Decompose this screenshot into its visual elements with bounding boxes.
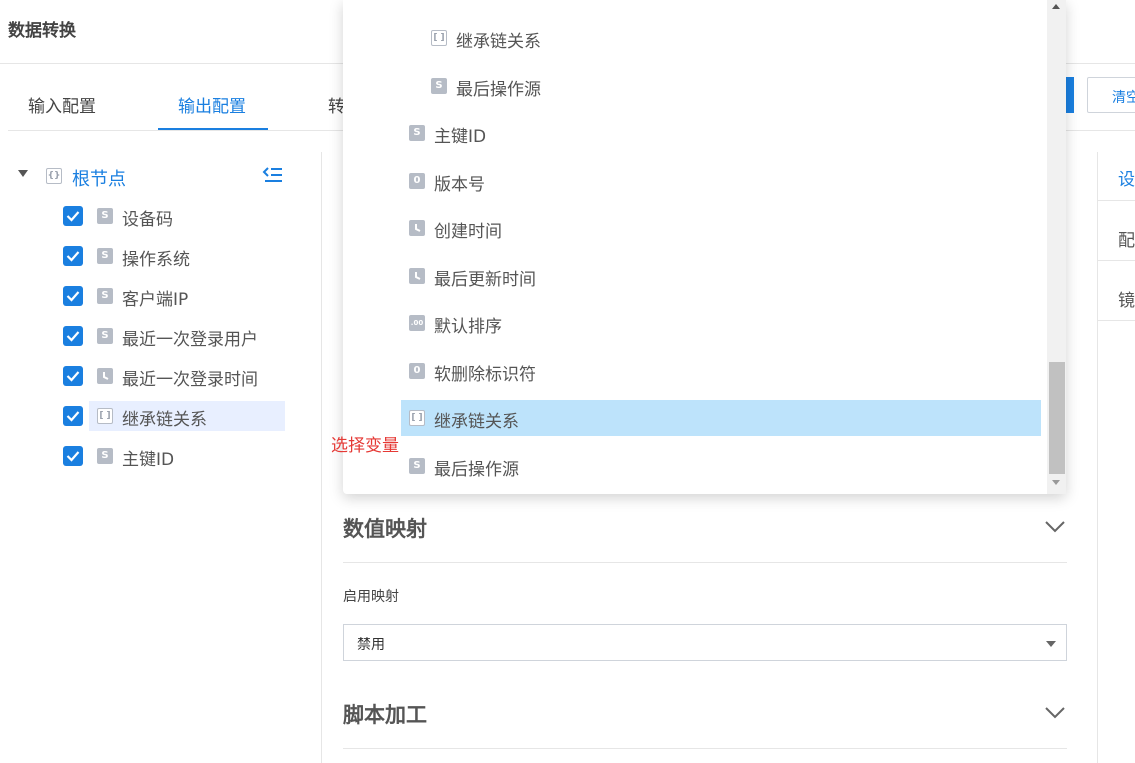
clear-button[interactable]: 清空 (1087, 77, 1135, 113)
string-type-icon: S (97, 288, 113, 304)
integer-type-icon: 0 (409, 363, 425, 379)
chevron-down-icon[interactable] (1044, 705, 1066, 719)
datetime-type-icon (97, 368, 113, 384)
right-panel-line-2 (1097, 260, 1135, 261)
tree-item-label: 继承链关系 (122, 410, 207, 430)
right-panel-row-config[interactable]: 配 (1118, 226, 1135, 251)
enable-mapping-select[interactable]: 禁用 (343, 624, 1067, 661)
dropdown-option[interactable]: 0 版本号 (401, 163, 1041, 199)
object-icon: {} (46, 168, 62, 184)
string-type-icon: S (431, 78, 447, 94)
decimal-type-icon: .00 (409, 315, 425, 331)
tab-output-config[interactable]: 输出配置 (178, 92, 246, 117)
enable-mapping-value: 禁用 (357, 637, 385, 653)
collapse-caret-icon[interactable] (18, 170, 28, 177)
dropdown-option-label: 最后操作源 (456, 80, 541, 100)
primary-button-edge[interactable] (1066, 77, 1074, 113)
dropdown-option[interactable]: [ ] 继承链关系 (401, 20, 1041, 56)
dropdown-option-label: 主键ID (434, 127, 487, 147)
tree-item-label: 操作系统 (122, 250, 190, 270)
scroll-down-icon[interactable] (1052, 480, 1060, 485)
dropdown-option-label: 默认排序 (434, 317, 502, 337)
variable-dropdown[interactable]: [ ] 继承链关系 S 最后操作源 S 主键ID 0 版本号创建时间最后更新时间 .00 默认排序… (343, 0, 1066, 494)
string-type-icon: S (409, 125, 425, 141)
scroll-up-icon[interactable] (1052, 4, 1060, 9)
right-panel-line-3 (1097, 320, 1135, 321)
right-panel-row-mirror[interactable]: 镜 (1118, 286, 1135, 311)
tree-item[interactable]: S 操作系统 (89, 241, 285, 271)
dropdown-option[interactable]: 创建时间 (401, 210, 1041, 246)
tree-item[interactable]: [ ] 继承链关系 (89, 401, 285, 431)
dropdown-option[interactable]: 最后更新时间 (401, 258, 1041, 294)
page-title: 数据转换 (8, 21, 76, 41)
dropdown-option[interactable]: .00 默认排序 (401, 305, 1041, 341)
scrollbar-thumb[interactable] (1049, 362, 1065, 474)
tree-root-label[interactable]: 根节点 (72, 165, 126, 191)
tree-item-label: 客户端IP (122, 290, 189, 310)
tree-item-checkbox[interactable] (63, 286, 83, 306)
dropdown-option-label: 最后更新时间 (434, 270, 536, 290)
tab-input-config[interactable]: 输入配置 (28, 92, 96, 117)
tree-item-checkbox[interactable] (63, 366, 83, 386)
enable-mapping-label: 启用映射 (343, 589, 399, 605)
array-type-icon: [ ] (409, 410, 425, 426)
clear-button-label: 清空 (1112, 90, 1135, 106)
tree-item-label: 最近一次登录用户 (122, 330, 258, 350)
array-type-icon: [ ] (97, 408, 113, 424)
right-panel-line-1 (1097, 200, 1135, 201)
dropdown-option-label: 版本号 (434, 175, 485, 195)
dropdown-option-label: 软删除标识符 (434, 365, 536, 385)
array-type-icon: [ ] (431, 30, 447, 46)
dropdown-option-label: 继承链关系 (456, 32, 541, 52)
tree-item-label: 最近一次登录时间 (122, 370, 258, 390)
dropdown-option[interactable]: S 最后操作源 (401, 68, 1041, 104)
tree-item-checkbox[interactable] (63, 406, 83, 426)
tree-item[interactable]: S 设备码 (89, 201, 285, 231)
tree-item-label: 设备码 (122, 210, 173, 230)
annotation-select-variable: 选择变量 (331, 436, 399, 456)
string-type-icon: S (97, 328, 113, 344)
tree-panel-border (321, 152, 322, 763)
string-type-icon: S (409, 458, 425, 474)
right-panel-tab[interactable]: 设 (1118, 165, 1135, 190)
tree-item[interactable]: S 客户端IP (89, 281, 285, 311)
section-title-value-mapping[interactable]: 数值映射 (343, 513, 427, 543)
right-tabs-divider (1066, 130, 1135, 131)
tree-item-checkbox[interactable] (63, 246, 83, 266)
dropdown-option-label: 最后操作源 (434, 460, 519, 480)
section-title-script-processing[interactable]: 脚本加工 (343, 699, 427, 729)
string-type-icon: S (97, 448, 113, 464)
datetime-type-icon (409, 268, 425, 284)
dropdown-option[interactable]: 0 软删除标识符 (401, 353, 1041, 389)
section-divider (343, 562, 1067, 563)
integer-type-icon: 0 (409, 173, 425, 189)
tree-item[interactable]: S 主键ID (89, 441, 285, 471)
tree-item-checkbox[interactable] (63, 446, 83, 466)
select-caret-icon (1046, 641, 1056, 647)
dropdown-option[interactable]: S 主键ID (401, 115, 1041, 151)
tree-item-label: 主键ID (122, 450, 175, 470)
right-panel-border (1097, 152, 1098, 763)
collapse-all-icon[interactable] (262, 166, 284, 184)
dropdown-option[interactable]: [ ] 继承链关系 (401, 400, 1041, 436)
dropdown-option-label: 创建时间 (434, 222, 502, 242)
tree-item[interactable]: 最近一次登录时间 (89, 361, 285, 391)
tabs-divider (8, 130, 343, 131)
tree-item[interactable]: S 最近一次登录用户 (89, 321, 285, 351)
tree-item-checkbox[interactable] (63, 326, 83, 346)
dropdown-option[interactable]: S 最后操作源 (401, 448, 1041, 484)
section-divider (343, 748, 1067, 749)
dropdown-option-label: 继承链关系 (434, 412, 519, 432)
datetime-type-icon (409, 220, 425, 236)
string-type-icon: S (97, 248, 113, 264)
tree-item-checkbox[interactable] (63, 206, 83, 226)
chevron-down-icon[interactable] (1044, 519, 1066, 533)
string-type-icon: S (97, 208, 113, 224)
